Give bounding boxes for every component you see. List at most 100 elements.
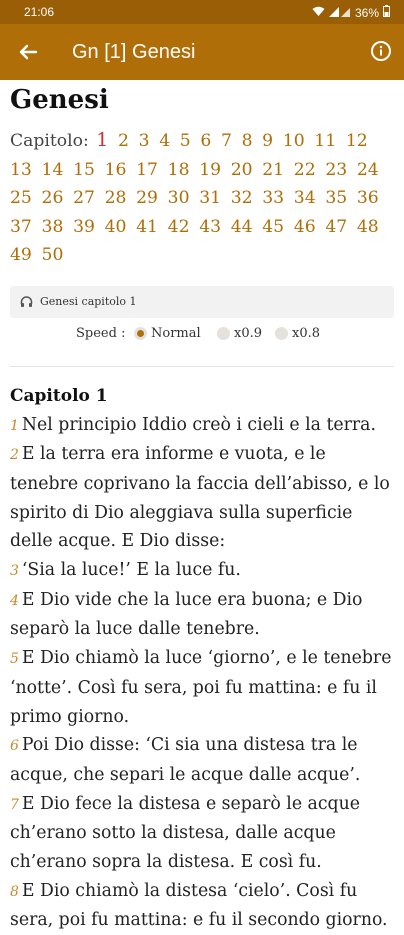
chapter-heading: Capitolo 1	[10, 383, 394, 409]
chapter-link[interactable]: 31	[199, 188, 221, 208]
chapter-link[interactable]: 14	[42, 160, 64, 180]
speed-option-label: x0.9	[234, 326, 262, 341]
chapter-link[interactable]: 24	[357, 160, 379, 180]
chapter-link[interactable]: 29	[136, 188, 158, 208]
chapter-link[interactable]: 26	[42, 188, 64, 208]
verse: 6Poi Dio disse: ‘Ci sia una distesa tra …	[10, 731, 394, 789]
chapter-selector: Capitolo: 1 2 3 4 5 6 7 8 9 10 11 12 13 …	[10, 126, 396, 270]
radio-button[interactable]	[217, 327, 230, 340]
divider	[10, 366, 394, 367]
chapter-link[interactable]: 27	[73, 188, 95, 208]
chapter-link[interactable]: 48	[357, 217, 379, 237]
verse: 8E Dio chiamò la distesa ‘cielo’. Così f…	[10, 877, 394, 935]
chapter-link[interactable]: 22	[294, 160, 316, 180]
headphones-icon	[20, 295, 33, 308]
wifi-icon	[312, 6, 325, 20]
chapter-link[interactable]: 35	[325, 188, 347, 208]
signal-icon	[329, 6, 351, 20]
verse: 1Nel principio Iddio creò i cieli e la t…	[10, 411, 394, 441]
verse-text: E Dio vide che la luce era buona; e Dio …	[10, 590, 362, 640]
speed-option-normal[interactable]: Normal	[134, 326, 201, 341]
chapter-link[interactable]: 33	[262, 188, 284, 208]
chapter-link[interactable]: 42	[168, 217, 190, 237]
verse-number[interactable]: 5	[10, 651, 19, 667]
chapter-link[interactable]: 47	[325, 217, 347, 237]
verse-list: 1Nel principio Iddio creò i cieli e la t…	[10, 411, 394, 935]
battery-text: 36%	[355, 6, 379, 20]
chapter-link[interactable]: 41	[136, 217, 158, 237]
audio-player[interactable]: Genesi capitolo 1	[10, 286, 394, 318]
app-bar: Gn [1] Genesi	[0, 24, 404, 80]
chapter-link[interactable]: 12	[346, 131, 368, 151]
status-bar: 21:06 36%	[0, 0, 404, 24]
chapter-link[interactable]: 46	[294, 217, 316, 237]
chapter-link[interactable]: 13	[10, 160, 32, 180]
verse-number[interactable]: 1	[10, 418, 19, 434]
verse-number[interactable]: 3	[10, 563, 19, 579]
chapter-link[interactable]: 10	[283, 131, 305, 151]
status-time: 21:06	[24, 5, 54, 19]
speed-option-0-9[interactable]: x0.9	[217, 326, 262, 341]
chapter-link[interactable]: 23	[325, 160, 347, 180]
chapter-link[interactable]: 38	[42, 217, 64, 237]
speed-option-label: x0.8	[292, 326, 320, 341]
verse-text: Poi Dio disse: ‘Ci sia una distesa tra l…	[10, 735, 360, 785]
speed-label: Speed :	[76, 326, 125, 341]
chapter-link[interactable]: 4	[159, 131, 170, 151]
chapter-link[interactable]: 37	[10, 217, 32, 237]
verse-text: ‘Sia la luce!’ E la luce fu.	[22, 560, 241, 580]
chapter-link[interactable]: 18	[168, 160, 190, 180]
battery-icon	[383, 5, 390, 20]
chapter-link[interactable]: 19	[199, 160, 221, 180]
chapter-link[interactable]: 34	[294, 188, 316, 208]
info-icon[interactable]	[370, 40, 392, 62]
chapter-link[interactable]: 40	[105, 217, 127, 237]
verse-number[interactable]: 7	[10, 797, 19, 813]
speed-option-label: Normal	[151, 326, 201, 341]
chapter-link[interactable]: 7	[221, 131, 232, 151]
chapter-link[interactable]: 45	[262, 217, 284, 237]
radio-button[interactable]	[275, 327, 288, 340]
chapter-link[interactable]: 28	[105, 188, 127, 208]
chapter-link[interactable]: 16	[105, 160, 127, 180]
chapter-link[interactable]: 5	[180, 131, 191, 151]
verse-number[interactable]: 2	[10, 447, 19, 463]
chapter-link[interactable]: 25	[10, 188, 32, 208]
chapter-link[interactable]: 8	[242, 131, 253, 151]
back-arrow-icon[interactable]	[14, 38, 42, 66]
status-icons: 36%	[312, 5, 390, 20]
audio-label: Genesi capitolo 1	[40, 295, 137, 308]
reader-content: Genesi Capitolo: 1 2 3 4 5 6 7 8 9 10 11…	[10, 80, 394, 935]
verse: 2E la terra era informe e vuota, e le te…	[10, 440, 394, 556]
chapter-link[interactable]: 15	[73, 160, 95, 180]
verse-text: E la terra era informe e vuota, e le ten…	[10, 444, 390, 551]
page-title: Gn [1] Genesi	[72, 38, 195, 66]
chapter-link[interactable]: 6	[200, 131, 211, 151]
chapter-link-current[interactable]: 1	[96, 129, 108, 151]
verse-number[interactable]: 8	[10, 884, 19, 900]
verse: 7E Dio fece la distesa e separò le acque…	[10, 790, 394, 877]
verse-number[interactable]: 4	[10, 593, 19, 609]
chapter-link[interactable]: 32	[231, 188, 253, 208]
chapter-link[interactable]: 30	[168, 188, 190, 208]
speed-option-0-8[interactable]: x0.8	[275, 326, 320, 341]
chapter-link[interactable]: 50	[42, 245, 64, 265]
chapter-link[interactable]: 49	[10, 245, 32, 265]
chapter-link[interactable]: 36	[357, 188, 379, 208]
chapter-link[interactable]: 9	[262, 131, 273, 151]
verse: 4E Dio vide che la luce era buona; e Dio…	[10, 586, 394, 644]
chapter-link[interactable]: 43	[199, 217, 221, 237]
chapter-link[interactable]: 20	[231, 160, 253, 180]
chapter-link[interactable]: 44	[231, 217, 253, 237]
chapter-link[interactable]: 39	[73, 217, 95, 237]
radio-button-selected[interactable]	[134, 327, 147, 340]
chapter-link[interactable]: 21	[262, 160, 284, 180]
speed-selector: Speed : Normal x0.9 x0.8	[10, 324, 394, 346]
chapter-link[interactable]: 2	[118, 131, 129, 151]
chapter-link[interactable]: 17	[136, 160, 158, 180]
verse-number[interactable]: 6	[10, 738, 19, 754]
book-title: Genesi	[10, 80, 394, 116]
chapter-link[interactable]: 3	[139, 131, 150, 151]
verse-text: E Dio fece la distesa e separò le acque …	[10, 794, 360, 872]
chapter-link[interactable]: 11	[314, 131, 336, 151]
